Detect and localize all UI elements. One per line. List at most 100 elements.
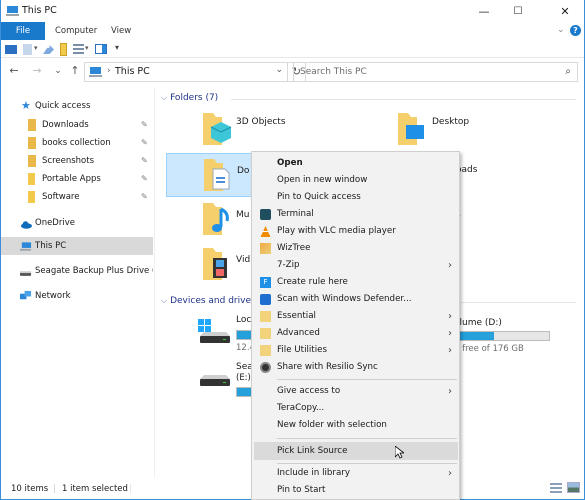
sidebar-item-software[interactable]: Software ✎: [1, 188, 153, 206]
ribbon-collapse-icon[interactable]: ⌄: [557, 25, 565, 35]
menu-item-advanced[interactable]: Advanced ›: [254, 325, 458, 342]
menu-item-7zip[interactable]: 7-Zip ›: [254, 257, 458, 274]
devices-group-header[interactable]: ⌵ Devices and drives: [161, 296, 256, 306]
folders-group-header[interactable]: ⌵ Folders (7): [161, 93, 218, 103]
defender-icon: [260, 294, 271, 305]
tab-view[interactable]: View: [101, 22, 141, 40]
folder-tile-3d-objects[interactable]: 3D Objects: [166, 108, 366, 152]
videos-folder-icon: [203, 248, 227, 280]
sidebar-item-downloads[interactable]: Downloads ✎: [1, 116, 153, 134]
context-menu: Open Open in new window Pin to Quick acc…: [251, 151, 460, 500]
share-icon[interactable]: [43, 45, 54, 54]
menu-item-new-folder-with-selection[interactable]: New folder with selection: [254, 417, 458, 434]
group-divider: [231, 99, 576, 100]
drive-label: olume (D:): [454, 318, 502, 328]
sidebar-item-seagate-drive[interactable]: Seagate Backup Plus Drive (E: [1, 262, 153, 280]
pin-icon[interactable]: ✎: [141, 170, 148, 188]
sidebar-item-label: This PC: [35, 241, 67, 251]
tab-file[interactable]: File: [1, 22, 45, 40]
chevron-down-icon[interactable]: ⌵: [161, 93, 167, 102]
menu-item-label: Essential: [277, 311, 316, 321]
menu-item-pin-to-quick-access[interactable]: Pin to Quick access: [254, 189, 458, 206]
menu-item-include-in-library[interactable]: Include in library ›: [254, 465, 458, 482]
status-divider: |: [53, 484, 56, 494]
menu-item-vlc[interactable]: Play with VLC media player: [254, 223, 458, 240]
qat-dropdown-icon[interactable]: ▾: [34, 44, 38, 52]
menu-item-label: Scan with Windows Defender...: [277, 294, 412, 304]
this-pc-icon: [6, 6, 19, 16]
address-bar[interactable]: › This PC ⌄: [84, 62, 288, 82]
up-button[interactable]: ↑: [67, 63, 83, 79]
tab-computer[interactable]: Computer: [45, 22, 107, 40]
layout-dropdown-icon[interactable]: ▾: [85, 44, 89, 52]
pin-icon[interactable]: ✎: [141, 116, 148, 134]
forward-button[interactable]: →: [29, 63, 45, 79]
menu-item-essential[interactable]: Essential ›: [254, 308, 458, 325]
menu-item-pick-link-source[interactable]: Pick Link Source: [254, 442, 458, 460]
large-icons-view-icon[interactable]: [567, 482, 580, 493]
menu-item-label: File Utilities: [277, 345, 327, 355]
help-icon[interactable]: ?: [570, 25, 581, 36]
menu-item-label: New folder with selection: [277, 420, 387, 430]
menu-item-label: Open in new window: [277, 175, 368, 185]
pin-icon[interactable]: ✎: [141, 134, 148, 152]
menu-item-label: TeraCopy...: [277, 403, 325, 413]
sidebar-item-label: Seagate Backup Plus Drive (E: [35, 266, 153, 276]
sidebar-item-books-collection[interactable]: books collection ✎: [1, 134, 153, 152]
search-icon[interactable]: ⌕: [565, 66, 571, 77]
menu-item-file-utilities[interactable]: File Utilities ›: [254, 342, 458, 359]
minimize-button[interactable]: —: [467, 0, 501, 22]
recent-locations-button[interactable]: ⌄: [50, 63, 66, 79]
menu-item-label: Pick Link Source: [277, 446, 348, 456]
desktop-folder-icon: [398, 113, 424, 145]
customize-qat-icon[interactable]: ▾: [115, 43, 119, 52]
menu-item-open[interactable]: Open: [254, 155, 458, 172]
sidebar-item-this-pc[interactable]: This PC: [1, 237, 153, 255]
pin-icon[interactable]: ✎: [141, 188, 148, 206]
submenu-arrow-icon: ›: [448, 345, 452, 356]
zip-icon[interactable]: [60, 43, 67, 56]
menu-item-pin-to-start[interactable]: Pin to Start: [254, 482, 458, 499]
menu-item-teracopy[interactable]: TeraCopy...: [254, 400, 458, 417]
menu-item-resilio-sync[interactable]: Share with Resilio Sync: [254, 359, 458, 376]
menu-item-scan-defender[interactable]: Scan with Windows Defender...: [254, 291, 458, 308]
drive-tile-volume-d[interactable]: olume (D:) 8 free of 176 GB: [446, 313, 576, 358]
pin-icon[interactable]: ✎: [141, 152, 148, 170]
sidebar-item-network[interactable]: Network: [1, 287, 153, 305]
close-button[interactable]: ✕: [548, 0, 582, 22]
menu-item-label: Open: [277, 158, 303, 168]
network-icon: [20, 290, 32, 300]
properties-icon[interactable]: [5, 45, 17, 54]
3d-objects-folder-icon: [203, 113, 232, 145]
vertical-scrollbar[interactable]: [576, 88, 584, 478]
sidebar-item-label: Software: [42, 192, 80, 202]
preview-pane-icon[interactable]: [95, 44, 107, 54]
maximize-button[interactable]: ☐: [501, 0, 535, 22]
sidebar-item-quick-access[interactable]: ★ Quick access: [1, 97, 153, 115]
back-button[interactable]: ←: [6, 63, 22, 79]
new-item-icon[interactable]: [23, 44, 32, 55]
this-pc-icon: [89, 67, 102, 77]
menu-item-open-in-new-window[interactable]: Open in new window: [254, 172, 458, 189]
menu-item-create-rule-here[interactable]: F Create rule here: [254, 274, 458, 291]
sidebar-item-onedrive[interactable]: OneDrive: [1, 214, 153, 232]
sidebar-item-label: books collection: [42, 138, 111, 148]
quick-access-toolbar: ▾ ▾ ▾: [1, 40, 584, 58]
menu-item-give-access-to[interactable]: Give access to ›: [254, 383, 458, 400]
sidebar-item-screenshots[interactable]: Screenshots ✎: [1, 152, 153, 170]
sidebar-item-label: Downloads: [42, 120, 89, 130]
folder-tile-desktop[interactable]: Desktop: [366, 108, 566, 152]
search-input[interactable]: Search This PC ⌕: [293, 62, 578, 82]
menu-item-wiztree[interactable]: WizTree: [254, 240, 458, 257]
layout-icon[interactable]: [73, 44, 84, 54]
chevron-down-icon[interactable]: ⌵: [161, 296, 167, 305]
breadcrumb-this-pc[interactable]: This PC: [115, 66, 150, 77]
address-dropdown-icon[interactable]: ⌄: [275, 65, 283, 75]
title-bar: This PC — ☐ ✕: [1, 0, 584, 22]
folder-icon: [28, 137, 36, 149]
pane-divider[interactable]: [154, 88, 155, 478]
sidebar-item-portable-apps[interactable]: Portable Apps ✎: [1, 170, 153, 188]
menu-item-terminal[interactable]: Terminal: [254, 206, 458, 223]
breadcrumb-separator[interactable]: ›: [107, 66, 111, 76]
details-view-icon[interactable]: [550, 483, 562, 493]
